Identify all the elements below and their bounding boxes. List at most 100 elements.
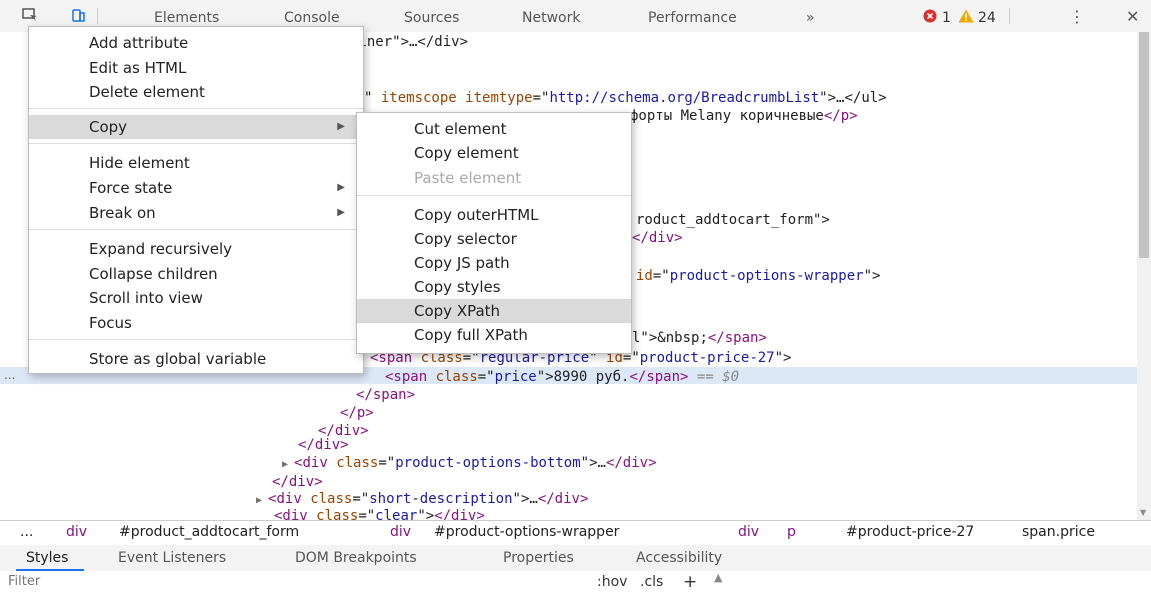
dom-node-line[interactable]: </div> [632,230,683,247]
dom-token: </div> [298,437,349,453]
dom-token: price [494,369,537,385]
menu-separator [357,195,631,196]
dom-token: </div> [632,230,683,246]
dom-node-line[interactable]: roduct_addtocart_form"> [636,212,830,229]
menu-item-paste-element: Paste element [357,166,631,190]
tab-sources[interactable]: Sources [404,10,459,26]
dom-node-line[interactable]: форты Melany коричневые</p> [630,108,858,125]
dom-node-line[interactable]: ainer">…</div> [350,34,468,51]
menu-item-copy-xpath[interactable]: Copy XPath [357,299,631,323]
dom-node-line[interactable]: l">&nbsp;</span> [632,330,767,347]
style-pane-toggle-icon[interactable]: ▲ [714,571,722,584]
dom-token: =" [352,491,370,507]
dom-node-line[interactable]: </p> [340,405,374,422]
dom-token: product-price-27 [639,350,775,366]
dom-node-line[interactable]: ▶ <div class="product-options-bottom">…<… [282,455,657,472]
menu-item-delete-element[interactable]: Delete element [29,80,363,104]
close-devtools-icon[interactable]: ✕ [1126,7,1139,26]
menu-item-add-attribute[interactable]: Add attribute [29,31,363,55]
tab-accessibility[interactable]: Accessibility [636,550,722,566]
submenu-arrow-icon: ▶ [337,121,345,132]
dom-node-line[interactable]: <div class="clear"></div> [274,508,485,520]
warning-icon [958,9,974,23]
menu-item-store-as-global-variable[interactable]: Store as global variable [29,347,363,371]
dom-token: ">… [580,455,606,471]
breadcrumb-item[interactable]: #product-options-wrapper [434,524,619,540]
breadcrumb-item[interactable]: #product-price-27 [846,524,974,540]
menu-item-label: Copy [89,118,128,136]
menu-item-scroll-into-view[interactable]: Scroll into view [29,286,363,310]
breadcrumb-item[interactable]: ... [20,524,33,540]
menu-item-cut-element[interactable]: Cut element [357,117,631,141]
more-options-icon[interactable]: ⋮ [1069,7,1085,26]
tab-performance[interactable]: Performance [648,10,737,26]
tab-event-listeners[interactable]: Event Listeners [118,550,226,566]
dom-token: =" [378,455,396,471]
menu-item-copy-element[interactable]: Copy element [357,141,631,165]
tab-console[interactable]: Console [284,10,340,26]
inspect-element-icon[interactable] [22,7,38,23]
dom-token: short-description [369,491,513,507]
tab-network[interactable]: Network [522,10,580,26]
error-count[interactable]: 1 [942,10,951,26]
menu-item-label: Copy selector [414,230,517,248]
dom-token: </span> [629,369,689,385]
menu-item-edit-as-html[interactable]: Edit as HTML [29,56,363,80]
dom-node-line[interactable]: </span> [356,387,415,404]
menu-item-label: Copy full XPath [414,326,528,344]
menu-item-focus[interactable]: Focus [29,311,363,335]
tab-elements[interactable]: Elements [154,10,219,26]
vertical-scrollbar[interactable]: ▼ [1137,32,1151,520]
breadcrumb-item[interactable]: p [787,524,796,540]
menu-item-label: Collapse children [89,265,218,283]
tab-styles[interactable]: Styles [26,550,68,566]
menu-item-break-on[interactable]: Break on ▶ [29,201,363,225]
tab-dom-breakpoints[interactable]: DOM Breakpoints [295,550,417,566]
dom-token: "> [417,508,435,520]
menu-separator [29,229,363,230]
menu-item-label: Copy element [414,144,519,162]
device-toolbar-icon[interactable] [70,7,86,23]
dom-node-line[interactable]: <span class="price">8990 руб.</span> == … [385,369,739,386]
menu-item-expand-recursively[interactable]: Expand recursively [29,237,363,261]
menu-item-copy-full-xpath[interactable]: Copy full XPath [357,323,631,347]
styles-filter-bar: :hov .cls + ▲ [0,571,1151,592]
dom-token: ▶ [256,495,269,506]
menu-item-copy-outerhtml[interactable]: Copy outerHTML [357,203,631,227]
class-toggle[interactable]: .cls [640,574,663,590]
menu-item-force-state[interactable]: Force state ▶ [29,176,363,200]
dom-token: ▶ [282,459,295,470]
dom-token: product-options-wrapper [669,268,864,284]
new-style-rule-button[interactable]: + [683,572,697,592]
dom-token: ">… [512,491,538,507]
more-tabs-button[interactable]: » [806,10,815,26]
dom-node-line[interactable]: </div> [272,474,323,491]
warning-count[interactable]: 24 [978,10,996,26]
menu-item-label: Copy outerHTML [414,206,539,224]
node-ellipsis[interactable]: ... [4,367,15,384]
breadcrumb-item[interactable]: div [66,524,87,540]
scrollbar-thumb[interactable] [1139,32,1149,258]
dom-node-line[interactable]: ▶ <div class="short-description">…</div> [256,491,588,508]
menu-item-label: Paste element [414,169,522,187]
menu-item-copy-styles[interactable]: Copy styles [357,275,631,299]
menu-item-copy-selector[interactable]: Copy selector [357,227,631,251]
hover-state-toggle[interactable]: :hov [597,574,627,590]
tab-properties[interactable]: Properties [503,550,574,566]
scroll-down-arrow-icon[interactable]: ▼ [1140,508,1146,517]
menu-item-hide-element[interactable]: Hide element [29,151,363,175]
breadcrumb-item[interactable]: div [390,524,411,540]
styles-filter-input[interactable] [8,574,408,589]
sidebar-tabs: Styles Event Listeners DOM Breakpoints P… [0,545,1151,572]
menu-item-collapse-children[interactable]: Collapse children [29,262,363,286]
menu-item-copy[interactable]: Copy ▶ [29,115,363,139]
dom-node-line[interactable]: </div> [298,437,349,454]
dom-token: " [364,90,381,106]
breadcrumb-item[interactable]: div [738,524,759,540]
menu-item-copy-js-path[interactable]: Copy JS path [357,251,631,275]
breadcrumb-item[interactable]: span.price [1022,524,1095,540]
dom-node-line[interactable]: " itemscope itemtype="http://schema.org/… [364,90,887,107]
dom-node-line[interactable]: id="product-options-wrapper"> [636,268,880,285]
dom-token: &nbsp; [657,330,708,346]
breadcrumb-item[interactable]: #product_addtocart_form [119,524,299,540]
